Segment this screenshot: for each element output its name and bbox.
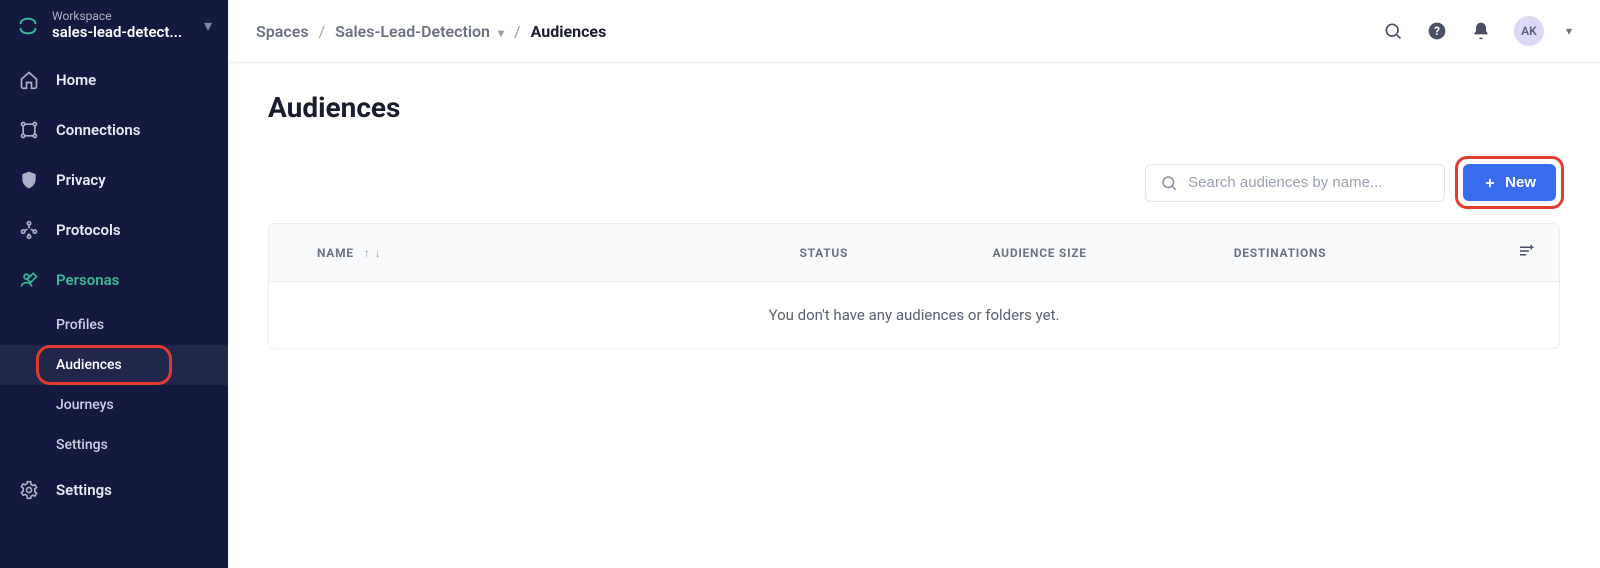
sidebar-item-label: Home bbox=[56, 71, 96, 89]
subnav-item-settings[interactable]: Settings bbox=[0, 425, 228, 465]
search-icon bbox=[1160, 174, 1178, 192]
sidebar: Workspace sales-lead-detect... ▾ Home Co… bbox=[0, 0, 228, 568]
new-button-label: New bbox=[1505, 174, 1536, 191]
col-dest-label[interactable]: DESTINATIONS bbox=[1234, 246, 1327, 260]
personas-icon bbox=[18, 269, 40, 291]
subnav-label: Audiences bbox=[56, 357, 122, 373]
sort-icon[interactable]: ↑ ↓ bbox=[364, 246, 382, 260]
crumb-space-name-label: Sales-Lead-Detection bbox=[335, 22, 490, 41]
subnav-item-profiles[interactable]: Profiles bbox=[0, 305, 228, 345]
crumb-sep: / bbox=[319, 22, 326, 41]
workspace-name: sales-lead-detect... bbox=[52, 23, 192, 41]
empty-state: You don't have any audiences or folders … bbox=[269, 282, 1559, 348]
avatar[interactable]: AK bbox=[1514, 16, 1544, 46]
search-icon[interactable] bbox=[1382, 20, 1404, 42]
chevron-down-icon: ▾ bbox=[204, 16, 212, 35]
sidebar-item-settings[interactable]: Settings bbox=[0, 465, 228, 515]
main-area: Spaces / Sales-Lead-Detection ▾ / Audien… bbox=[228, 0, 1600, 568]
workspace-logo-icon bbox=[16, 14, 40, 38]
subnav-label: Profiles bbox=[56, 317, 104, 333]
sidebar-item-label: Connections bbox=[56, 121, 140, 139]
bell-icon[interactable] bbox=[1470, 20, 1492, 42]
protocols-icon bbox=[18, 219, 40, 241]
chevron-down-icon: ▾ bbox=[498, 26, 504, 40]
sidebar-item-label: Personas bbox=[56, 271, 119, 289]
svg-text:?: ? bbox=[1434, 24, 1440, 38]
shield-icon bbox=[18, 169, 40, 191]
subnav-item-journeys[interactable]: Journeys bbox=[0, 385, 228, 425]
crumb-space-name[interactable]: Sales-Lead-Detection ▾ bbox=[335, 22, 504, 41]
sidebar-item-label: Privacy bbox=[56, 171, 106, 189]
col-name-label[interactable]: NAME bbox=[317, 246, 354, 260]
subnav-label: Settings bbox=[56, 437, 108, 453]
topbar: Spaces / Sales-Lead-Detection ▾ / Audien… bbox=[228, 0, 1600, 63]
gear-icon bbox=[18, 479, 40, 501]
crumb-sep: / bbox=[514, 22, 521, 41]
crumb-spaces[interactable]: Spaces bbox=[256, 22, 309, 41]
plus-icon bbox=[1483, 176, 1497, 190]
sidebar-item-home[interactable]: Home bbox=[0, 55, 228, 105]
sidebar-item-label: Protocols bbox=[56, 221, 121, 239]
crumb-current: Audiences bbox=[531, 22, 607, 41]
table-header: NAME ↑ ↓ STATUS AUDIENCE SIZE DESTINATIO… bbox=[269, 224, 1559, 282]
add-column-icon[interactable] bbox=[1517, 249, 1535, 263]
help-icon[interactable]: ? bbox=[1426, 20, 1448, 42]
search-input[interactable] bbox=[1188, 174, 1430, 191]
sidebar-item-privacy[interactable]: Privacy bbox=[0, 155, 228, 205]
home-icon bbox=[18, 69, 40, 91]
subnav-item-audiences[interactable]: Audiences bbox=[0, 345, 228, 385]
col-status-label[interactable]: STATUS bbox=[800, 246, 849, 260]
breadcrumb: Spaces / Sales-Lead-Detection ▾ / Audien… bbox=[256, 22, 606, 41]
sidebar-item-label: Settings bbox=[56, 481, 112, 499]
workspace-picker[interactable]: Workspace sales-lead-detect... ▾ bbox=[0, 0, 228, 55]
sidebar-item-connections[interactable]: Connections bbox=[0, 105, 228, 155]
audiences-table: NAME ↑ ↓ STATUS AUDIENCE SIZE DESTINATIO… bbox=[268, 223, 1560, 349]
page-title: Audiences bbox=[268, 91, 1560, 124]
sidebar-item-personas[interactable]: Personas bbox=[0, 255, 228, 305]
connections-icon bbox=[18, 119, 40, 141]
new-audience-button[interactable]: New bbox=[1463, 164, 1556, 201]
subnav-label: Journeys bbox=[56, 397, 114, 413]
workspace-label: Workspace bbox=[52, 10, 192, 23]
chevron-down-icon[interactable]: ▾ bbox=[1566, 24, 1572, 38]
search-audiences[interactable] bbox=[1145, 164, 1445, 202]
sidebar-item-protocols[interactable]: Protocols bbox=[0, 205, 228, 255]
col-size-label[interactable]: AUDIENCE SIZE bbox=[993, 246, 1087, 260]
